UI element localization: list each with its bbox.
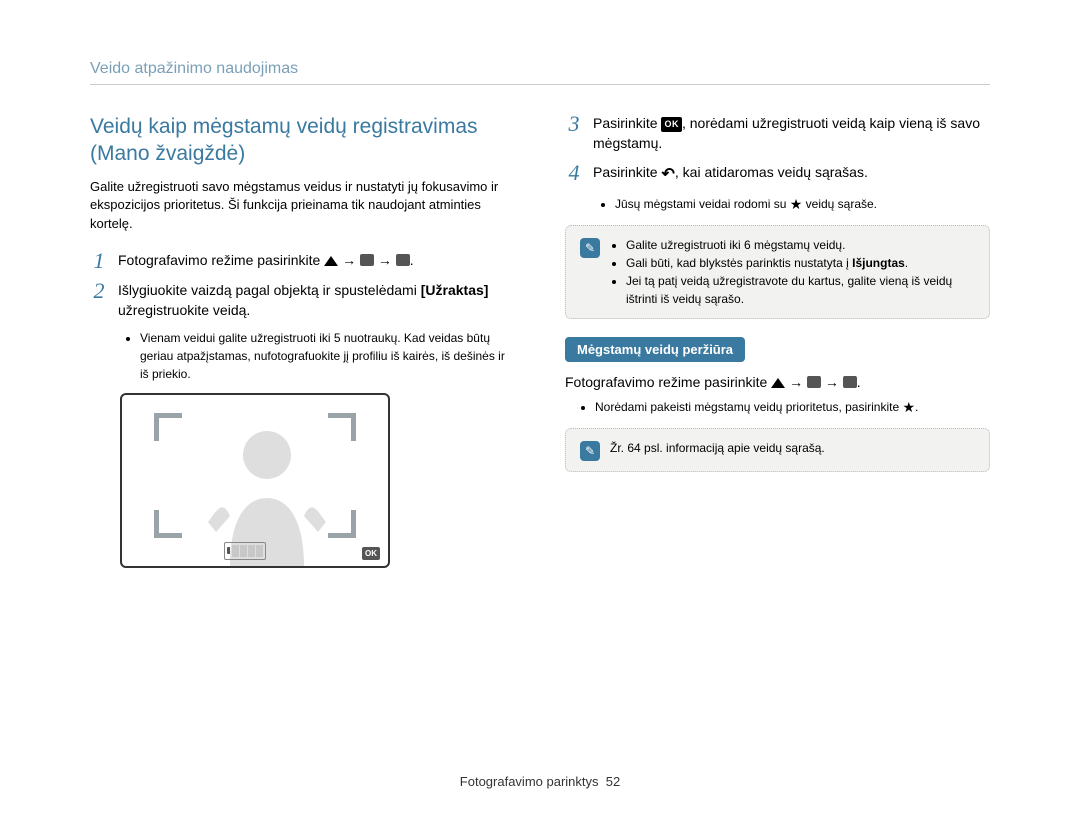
mode-icon (807, 376, 821, 388)
ok-icon: OK (362, 547, 380, 560)
focus-corner (154, 510, 182, 538)
arrow-icon: → (789, 374, 803, 390)
note-icon: ✎ (580, 441, 600, 461)
right-column: 3 Pasirinkite OK, norėdami užregistruoti… (565, 113, 990, 568)
note-box-2: ✎ Žr. 64 psl. informaciją apie veidų sąr… (565, 428, 990, 472)
arrow-icon: → (378, 252, 392, 268)
bold-label: Išjungtas (852, 256, 905, 270)
step-body: Išlygiuokite vaizdą pagal objektą ir spu… (118, 280, 515, 321)
step-number: 1 (90, 250, 108, 272)
step-text: Išlygiuokite vaizdą pagal objektą ir spu… (118, 282, 421, 298)
text: Fotografavimo režime pasirinkite (565, 374, 771, 390)
focus-corner (154, 413, 182, 441)
face-list-icon (843, 376, 857, 388)
step-number: 2 (90, 280, 108, 321)
review-bullets: Norėdami pakeisti mėgstamų veidų priorit… (581, 397, 990, 418)
step-text: užregistruokite veidą. (118, 302, 250, 318)
star-icon: ★ (902, 397, 915, 418)
step-4-bullets: Jūsų mėgstami veidai rodomi su ★ veidų s… (601, 194, 990, 215)
arrow-icon: → (825, 374, 839, 390)
bullet-text: veidų sąraše. (802, 197, 877, 211)
back-icon: ↶ (661, 163, 674, 186)
note-item: Galite užregistruoti iki 6 mėgstamų veid… (626, 236, 975, 254)
bullet-item: Norėdami pakeisti mėgstamų veidų priorit… (595, 397, 990, 418)
step-text: Fotografavimo režime pasirinkite (118, 252, 324, 268)
focus-corner (328, 510, 356, 538)
section-intro: Galite užregistruoti savo mėgstamus veid… (90, 178, 515, 235)
step-body: Fotografavimo režime pasirinkite → → . (118, 250, 414, 272)
note-icon: ✎ (580, 238, 600, 258)
bold-label: [Užraktas] (421, 282, 489, 298)
step-text: Pasirinkite (593, 115, 661, 131)
note-item: Jei tą patį veidą užregistravote du kart… (626, 272, 975, 308)
bullet-item: Vienam veidui galite užregistruoti iki 5… (140, 329, 515, 383)
section-title: Veidų kaip mėgstamų veidų registravimas … (90, 113, 515, 168)
step-body: Pasirinkite ↶, kai atidaromas veidų sąra… (593, 162, 868, 186)
page-header: Veido atpažinimo naudojimas (90, 60, 990, 85)
left-column: Veidų kaip mėgstamų veidų registravimas … (90, 113, 515, 568)
step-3: 3 Pasirinkite OK, norėdami užregistruoti… (565, 113, 990, 154)
person-silhouette-icon (202, 416, 332, 566)
step-2: 2 Išlygiuokite vaizdą pagal objektą ir s… (90, 280, 515, 321)
note-list: Galite užregistruoti iki 6 mėgstamų veid… (626, 236, 975, 308)
face-icon (396, 254, 410, 266)
note-item: Gali būti, kad blykstės parinktis nustat… (626, 254, 975, 272)
step-4: 4 Pasirinkite ↶, kai atidaromas veidų są… (565, 162, 990, 186)
note-box-1: ✎ Galite užregistruoti iki 6 mėgstamų ve… (565, 225, 990, 319)
up-icon (324, 256, 338, 266)
camera-illustration: OK (120, 393, 390, 568)
bullet-text: Jūsų mėgstami veidai rodomi su (615, 197, 790, 211)
page-number: 52 (606, 774, 620, 789)
focus-corner (328, 413, 356, 441)
review-line: Fotografavimo režime pasirinkite → → . (565, 372, 990, 393)
step-text: , kai atidaromas veidų sąrašas. (675, 164, 868, 180)
footer-label: Fotografavimo parinktys (460, 774, 599, 789)
battery-icon (224, 542, 266, 560)
ok-icon: OK (661, 117, 682, 132)
step-body: Pasirinkite OK, norėdami užregistruoti v… (593, 113, 990, 154)
step-1: 1 Fotografavimo režime pasirinkite → → . (90, 250, 515, 272)
step-number: 3 (565, 113, 583, 154)
step-text: Pasirinkite (593, 164, 661, 180)
step-2-bullets: Vienam veidui galite užregistruoti iki 5… (126, 329, 515, 383)
bullet-text: Norėdami pakeisti mėgstamų veidų priorit… (595, 400, 902, 414)
step-number: 4 (565, 162, 583, 186)
page-footer: Fotografavimo parinktys 52 (0, 774, 1080, 789)
bullet-item: Jūsų mėgstami veidai rodomi su ★ veidų s… (615, 194, 990, 215)
note-text: Žr. 64 psl. informaciją apie veidų sąraš… (610, 439, 825, 461)
up-icon (771, 378, 785, 388)
arrow-icon: → (342, 252, 356, 268)
content-columns: Veidų kaip mėgstamų veidų registravimas … (90, 113, 990, 568)
mode-icon (360, 254, 374, 266)
subheading-favorites-review: Mėgstamų veidų peržiūra (565, 337, 745, 362)
star-icon: ★ (790, 194, 803, 215)
